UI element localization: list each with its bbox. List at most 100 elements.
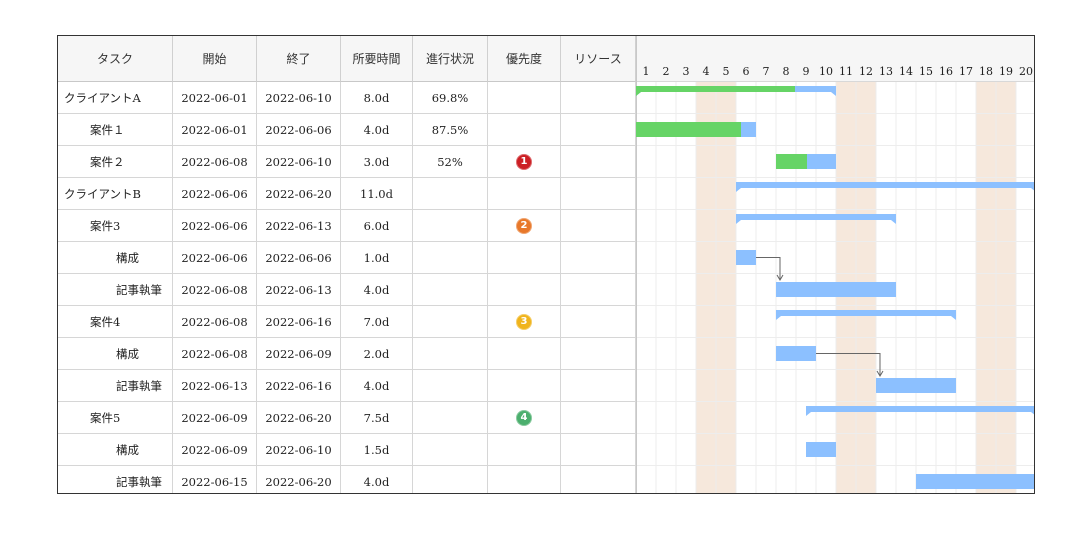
column-header-priority[interactable]: 優先度: [488, 36, 561, 82]
cell-end[interactable]: 2022-06-16: [257, 306, 341, 337]
cell-start[interactable]: 2022-06-08: [173, 306, 257, 337]
cell-start[interactable]: 2022-06-06: [173, 178, 257, 209]
cell-resource[interactable]: [561, 178, 636, 209]
cell-priority[interactable]: 2: [488, 210, 561, 241]
cell-task[interactable]: 案件１: [58, 114, 173, 145]
cell-resource[interactable]: [561, 242, 636, 273]
cell-task[interactable]: 案件3: [58, 210, 173, 241]
cell-priority[interactable]: [488, 434, 561, 465]
cell-task[interactable]: 案件4: [58, 306, 173, 337]
cell-duration[interactable]: 11.0d: [341, 178, 413, 209]
column-header-duration[interactable]: 所要時間: [341, 36, 413, 82]
cell-end[interactable]: 2022-06-10: [257, 434, 341, 465]
cell-resource[interactable]: [561, 370, 636, 401]
table-row[interactable]: 構成 2022-06-08 2022-06-09 2.0d: [58, 338, 636, 370]
cell-duration[interactable]: 4.0d: [341, 114, 413, 145]
cell-priority[interactable]: 4: [488, 402, 561, 433]
cell-duration[interactable]: 7.5d: [341, 402, 413, 433]
cell-end[interactable]: 2022-06-10: [257, 146, 341, 177]
cell-start[interactable]: 2022-06-15: [173, 466, 257, 493]
cell-start[interactable]: 2022-06-08: [173, 338, 257, 369]
column-header-progress[interactable]: 進行状況: [413, 36, 488, 82]
cell-end[interactable]: 2022-06-16: [257, 370, 341, 401]
cell-duration[interactable]: 6.0d: [341, 210, 413, 241]
table-row[interactable]: クライアントA 2022-06-01 2022-06-10 8.0d 69.8%: [58, 82, 636, 114]
cell-task[interactable]: 案件5: [58, 402, 173, 433]
cell-progress[interactable]: [413, 466, 488, 493]
cell-end[interactable]: 2022-06-09: [257, 338, 341, 369]
cell-duration[interactable]: 3.0d: [341, 146, 413, 177]
column-header-resource[interactable]: リソース: [561, 36, 636, 82]
cell-priority[interactable]: 1: [488, 146, 561, 177]
cell-duration[interactable]: 4.0d: [341, 466, 413, 493]
cell-task[interactable]: 記事執筆: [58, 370, 173, 401]
cell-task[interactable]: 構成: [58, 434, 173, 465]
table-row[interactable]: 案件3 2022-06-06 2022-06-13 6.0d 2: [58, 210, 636, 242]
cell-duration[interactable]: 1.0d: [341, 242, 413, 273]
cell-resource[interactable]: [561, 274, 636, 305]
cell-end[interactable]: 2022-06-20: [257, 402, 341, 433]
cell-priority[interactable]: [488, 242, 561, 273]
cell-task[interactable]: 構成: [58, 242, 173, 273]
cell-duration[interactable]: 8.0d: [341, 82, 413, 113]
table-row[interactable]: 案件２ 2022-06-08 2022-06-10 3.0d 52% 1: [58, 146, 636, 178]
cell-resource[interactable]: [561, 306, 636, 337]
cell-task[interactable]: 記事執筆: [58, 274, 173, 305]
cell-task[interactable]: 記事執筆: [58, 466, 173, 493]
cell-resource[interactable]: [561, 402, 636, 433]
cell-task[interactable]: クライアントB: [58, 178, 173, 209]
table-row[interactable]: クライアントB 2022-06-06 2022-06-20 11.0d: [58, 178, 636, 210]
cell-task[interactable]: クライアントA: [58, 82, 173, 113]
cell-progress[interactable]: [413, 242, 488, 273]
cell-end[interactable]: 2022-06-13: [257, 274, 341, 305]
cell-resource[interactable]: [561, 338, 636, 369]
cell-resource[interactable]: [561, 114, 636, 145]
cell-resource[interactable]: [561, 210, 636, 241]
cell-end[interactable]: 2022-06-20: [257, 466, 341, 493]
table-row[interactable]: 案件4 2022-06-08 2022-06-16 7.0d 3: [58, 306, 636, 338]
table-row[interactable]: 記事執筆 2022-06-08 2022-06-13 4.0d: [58, 274, 636, 306]
cell-end[interactable]: 2022-06-10: [257, 82, 341, 113]
cell-start[interactable]: 2022-06-08: [173, 274, 257, 305]
cell-priority[interactable]: [488, 114, 561, 145]
table-row[interactable]: 構成 2022-06-09 2022-06-10 1.5d: [58, 434, 636, 466]
cell-progress[interactable]: [413, 274, 488, 305]
table-row[interactable]: 記事執筆 2022-06-15 2022-06-20 4.0d: [58, 466, 636, 493]
cell-priority[interactable]: [488, 370, 561, 401]
cell-progress[interactable]: [413, 306, 488, 337]
cell-end[interactable]: 2022-06-13: [257, 210, 341, 241]
cell-duration[interactable]: 4.0d: [341, 370, 413, 401]
cell-progress[interactable]: [413, 434, 488, 465]
cell-priority[interactable]: 3: [488, 306, 561, 337]
cell-start[interactable]: 2022-06-09: [173, 434, 257, 465]
cell-start[interactable]: 2022-06-09: [173, 402, 257, 433]
cell-start[interactable]: 2022-06-08: [173, 146, 257, 177]
cell-start[interactable]: 2022-06-13: [173, 370, 257, 401]
cell-start[interactable]: 2022-06-06: [173, 210, 257, 241]
cell-progress[interactable]: [413, 178, 488, 209]
cell-progress[interactable]: [413, 402, 488, 433]
cell-progress[interactable]: [413, 210, 488, 241]
cell-progress[interactable]: 52%: [413, 146, 488, 177]
cell-duration[interactable]: 1.5d: [341, 434, 413, 465]
cell-priority[interactable]: [488, 178, 561, 209]
cell-start[interactable]: 2022-06-06: [173, 242, 257, 273]
table-row[interactable]: 構成 2022-06-06 2022-06-06 1.0d: [58, 242, 636, 274]
cell-priority[interactable]: [488, 338, 561, 369]
cell-resource[interactable]: [561, 434, 636, 465]
cell-progress[interactable]: [413, 338, 488, 369]
cell-priority[interactable]: [488, 274, 561, 305]
cell-progress[interactable]: 69.8%: [413, 82, 488, 113]
cell-end[interactable]: 2022-06-20: [257, 178, 341, 209]
cell-resource[interactable]: [561, 82, 636, 113]
cell-duration[interactable]: 7.0d: [341, 306, 413, 337]
cell-end[interactable]: 2022-06-06: [257, 242, 341, 273]
cell-task[interactable]: 案件２: [58, 146, 173, 177]
table-row[interactable]: 記事執筆 2022-06-13 2022-06-16 4.0d: [58, 370, 636, 402]
cell-progress[interactable]: [413, 370, 488, 401]
column-header-task[interactable]: タスク: [58, 36, 173, 82]
cell-task[interactable]: 構成: [58, 338, 173, 369]
cell-resource[interactable]: [561, 146, 636, 177]
cell-start[interactable]: 2022-06-01: [173, 114, 257, 145]
cell-end[interactable]: 2022-06-06: [257, 114, 341, 145]
